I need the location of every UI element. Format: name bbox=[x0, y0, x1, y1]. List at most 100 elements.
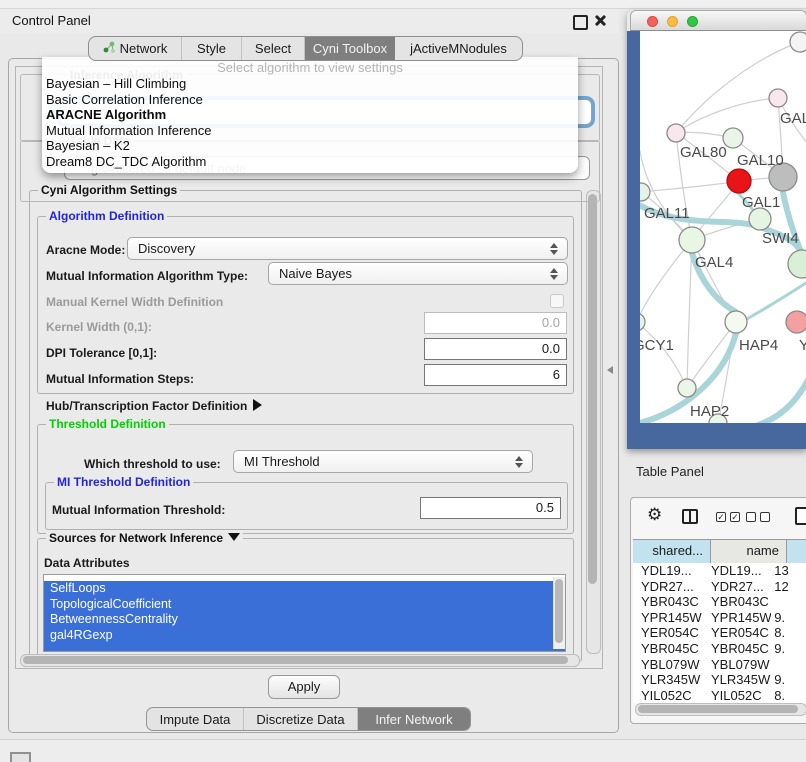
tab-cyni-toolbox[interactable]: Cyni Toolbox bbox=[305, 37, 395, 60]
tab-discretize-data[interactable]: Discretize Data bbox=[244, 708, 358, 730]
dpi-tolerance-input[interactable]: 0.0 bbox=[424, 338, 567, 360]
tab-style[interactable]: Style bbox=[182, 37, 242, 60]
tab-impute-data[interactable]: Impute Data bbox=[147, 708, 244, 730]
node-label: GCY1 bbox=[640, 337, 674, 354]
table-cell: YDL19... bbox=[703, 563, 771, 579]
settings-horizontal-scrollbar[interactable] bbox=[20, 654, 580, 667]
table-cell: YBR045C bbox=[633, 641, 703, 657]
table-row[interactable]: YBL079WYBL079W bbox=[633, 657, 806, 673]
mi-type-label: Mutual Information Algorithm Type: bbox=[46, 269, 248, 283]
algorithm-option-aracne-algorithm[interactable]: ARACNE Algorithm bbox=[46, 107, 574, 123]
node-label: GAL11 bbox=[644, 205, 690, 222]
tab-label: Style bbox=[197, 41, 226, 56]
network-icon bbox=[103, 41, 116, 57]
table-cell: 9. bbox=[771, 610, 806, 626]
kernel-width-input[interactable]: 0.0 bbox=[424, 312, 567, 334]
document-icon[interactable] bbox=[795, 507, 806, 525]
traffic-light-close-icon[interactable] bbox=[647, 16, 658, 27]
mi-steps-input[interactable]: 6 bbox=[424, 364, 567, 386]
algorithm-option-dream8-dc-tdc-algorithm[interactable]: Dream8 DC_TDC Algorithm bbox=[46, 154, 574, 170]
split-collapse-arrow-icon[interactable] bbox=[607, 366, 613, 374]
tab-infer-network[interactable]: Infer Network bbox=[358, 708, 470, 730]
network-node-gal[interactable] bbox=[769, 89, 787, 107]
network-node[interactable] bbox=[790, 32, 806, 52]
network-node-hap4[interactable] bbox=[725, 311, 747, 333]
table-cell: YDL19... bbox=[633, 563, 703, 579]
unchecked-checkbox-icon[interactable] bbox=[760, 512, 770, 522]
dpi-tolerance-label: DPI Tolerance [0,1]: bbox=[46, 346, 157, 360]
control-panel-titlebar: Control Panel bbox=[0, 9, 619, 33]
which-threshold-value: MI Threshold bbox=[244, 454, 320, 469]
manual-kernel-checkbox[interactable] bbox=[550, 294, 564, 308]
float-window-icon[interactable] bbox=[573, 15, 588, 30]
tab-jactivemnodules[interactable]: jActiveMNodules bbox=[395, 37, 522, 60]
tab-select[interactable]: Select bbox=[242, 37, 305, 60]
attribute-item-gal4rgexp[interactable]: gal4RGexp bbox=[44, 628, 565, 644]
table-row[interactable]: YDL19...YDL19...13 bbox=[633, 563, 806, 579]
tab-label: Select bbox=[255, 41, 291, 56]
attribute-item-topologicalcoefficient[interactable]: TopologicalCoefficient bbox=[44, 597, 565, 613]
unchecked-checkbox-icon[interactable] bbox=[746, 512, 756, 522]
traffic-light-minimize-icon[interactable] bbox=[667, 16, 678, 27]
which-threshold-combo[interactable]: MI Threshold bbox=[233, 450, 533, 473]
apply-button[interactable]: Apply bbox=[268, 675, 340, 699]
tab-label: Cyni Toolbox bbox=[313, 41, 387, 56]
hub-definition-expander[interactable]: Hub/Transcription Factor Definition bbox=[46, 399, 262, 413]
network-node-hap2[interactable] bbox=[678, 379, 696, 397]
algorithm-option-basic-correlation-inference[interactable]: Basic Correlation Inference bbox=[46, 92, 574, 108]
algorithm-option-bayesian-hill-climbing[interactable]: Bayesian – Hill Climbing bbox=[46, 76, 574, 92]
stepper-arrows-icon bbox=[545, 268, 567, 280]
attribute-item-betweennesscentrality[interactable]: BetweennessCentrality bbox=[44, 612, 565, 628]
column-header-shared[interactable]: shared... bbox=[633, 540, 711, 564]
aracne-mode-label: Aracne Mode: bbox=[46, 243, 125, 257]
sources-collapser[interactable]: Sources for Network Inference bbox=[46, 531, 243, 545]
table-row[interactable]: YER054CYER054C8. bbox=[633, 625, 806, 641]
network-node[interactable] bbox=[788, 250, 806, 278]
table-cell: YDR27... bbox=[703, 579, 771, 595]
split-columns-icon[interactable] bbox=[682, 509, 698, 524]
table-cell: YBL079W bbox=[633, 657, 703, 673]
checked-checkbox-icon[interactable]: ✓ bbox=[716, 512, 726, 522]
node-label: GAL4 bbox=[695, 254, 733, 271]
table-header-row: shared...nameA bbox=[633, 539, 806, 565]
column-header-a[interactable]: A bbox=[787, 540, 806, 564]
mi-threshold-input[interactable]: 0.5 bbox=[420, 497, 561, 519]
table-cell: 9. bbox=[771, 672, 806, 688]
node-label: Y bbox=[799, 337, 806, 354]
network-node-gal1[interactable] bbox=[727, 169, 751, 193]
network-node-gal4[interactable] bbox=[679, 227, 705, 253]
table-horizontal-scrollbar[interactable] bbox=[635, 703, 806, 716]
table-cell: YBR043C bbox=[703, 594, 771, 610]
table-row[interactable]: YBR043CYBR043C bbox=[633, 594, 806, 610]
settings-vertical-scrollbar[interactable] bbox=[586, 190, 601, 654]
table-body: YDL19...YDL19...13YDR27...YDR27...12YBR0… bbox=[633, 563, 806, 703]
checked-checkbox-icon[interactable]: ✓ bbox=[730, 512, 740, 522]
table-cell: YPR145W bbox=[633, 610, 703, 626]
dock-panel-button[interactable] bbox=[10, 752, 31, 762]
traffic-light-zoom-icon[interactable] bbox=[687, 16, 698, 27]
aracne-mode-combo[interactable]: Discovery bbox=[127, 237, 568, 260]
column-header-name[interactable]: name bbox=[711, 540, 787, 564]
mi-type-combo[interactable]: Naive Bayes bbox=[268, 262, 568, 285]
attribute-item-selfloops[interactable]: SelfLoops bbox=[44, 581, 565, 597]
table-row[interactable]: YLR345WYLR345W9. bbox=[633, 672, 806, 688]
algorithm-option-mutual-information-inference[interactable]: Mutual Information Inference bbox=[46, 123, 574, 139]
mi-type-value: Naive Bayes bbox=[279, 266, 352, 281]
table-row[interactable]: YPR145WYPR145W9. bbox=[633, 610, 806, 626]
table-row[interactable]: YBR045CYBR045C9. bbox=[633, 641, 806, 657]
close-icon[interactable] bbox=[595, 15, 606, 26]
list-scrollbar[interactable] bbox=[553, 577, 565, 649]
network-node-y[interactable] bbox=[786, 311, 806, 333]
table-row[interactable]: YIL052CYIL052C8. bbox=[633, 688, 806, 704]
table-row[interactable]: YDR27...YDR27...12 bbox=[633, 579, 806, 595]
gear-icon[interactable]: ⚙ bbox=[647, 505, 662, 525]
tab-network[interactable]: Network bbox=[89, 37, 182, 60]
algorithm-dropdown: Select algorithm to view settings Bayesi… bbox=[42, 57, 578, 173]
network-canvas[interactable]: GALGAL80GAL10GAL1SWI4GAL11GAL4GCY1HAP4YH… bbox=[640, 31, 806, 423]
network-node-gal80[interactable] bbox=[667, 124, 685, 142]
algorithm-option-bayesian-k2[interactable]: Bayesian – K2 bbox=[46, 138, 574, 154]
network-node-swi4[interactable] bbox=[749, 208, 771, 230]
dropdown-prompt: Select algorithm to view settings bbox=[42, 60, 578, 75]
node-label: HAP2 bbox=[690, 403, 729, 420]
mi-steps-label: Mutual Information Steps: bbox=[46, 372, 194, 386]
